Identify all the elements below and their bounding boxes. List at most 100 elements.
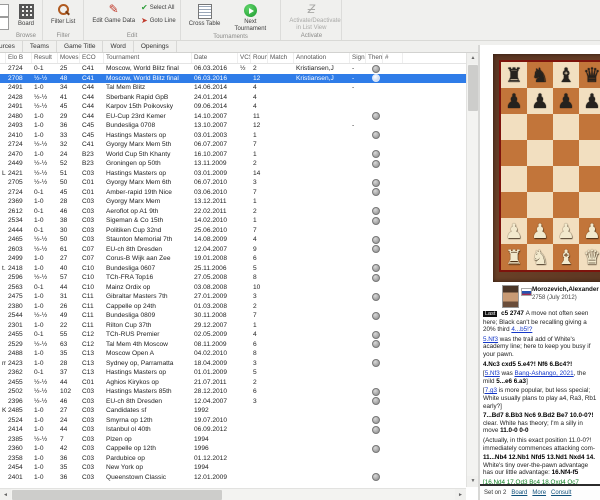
activate-deactivate-in-list-view-button[interactable]: Z Activate/Deactivate in List View — [286, 1, 340, 33]
edit-game-data-button[interactable]: ✎ Edit Game Data — [89, 1, 138, 27]
game-row[interactable]: 2534 1-0 38 C03 Sigeman & Co 15th 14.02.2010 1 — [0, 216, 466, 226]
game-row[interactable]: 2480 1-0 29 C44 EU-Cup 23rd Kemer 14.10.2007 1… — [0, 112, 466, 122]
game-row[interactable]: 2724 0-1 25 C41 Moscow, World Blitz final 06.… — [0, 64, 466, 74]
game-row[interactable]: 2358 1-0 36 C03 Pardubice op 01.12.2012 — [0, 454, 466, 464]
cell-them — [366, 216, 383, 225]
variation-link[interactable]: Bang-Ashango, 2021 — [515, 370, 574, 377]
game-row[interactable]: 2603 ½-½ 61 C07 EU-ch 8th Dresden 12.04.2007 9 — [0, 245, 466, 255]
move-text[interactable]: c5 2747 — [499, 310, 525, 317]
tab-word[interactable]: Word — [103, 41, 134, 52]
board-button[interactable]: Board — [15, 1, 37, 30]
game-row[interactable]: t. 2418 1-0 40 C10 Bundesliga 0607 25.11.2006 5 — [0, 264, 466, 274]
tab-openings[interactable]: Openings — [134, 41, 177, 52]
game-row[interactable]: 2465 ½-½ 50 C03 Staunton Memorial 7th 14.08.2… — [0, 235, 466, 245]
game-row[interactable]: m.24231-028C13Sydney op, Parramatta18.04… — [0, 359, 466, 369]
cell-tournament: Hastings Masters 85th — [106, 388, 172, 395]
variation-link[interactable]: 4...b5!? — [511, 326, 532, 333]
game-row[interactable]: 2360 1-0 42 C03 Cappelle op 12th 1996 — [0, 444, 466, 454]
move-text[interactable]: 5...e6 6.a3 — [496, 378, 526, 385]
game-row[interactable]: 2488 1-0 35 C13 Moscow Open A 04.02.2010 8 — [0, 349, 466, 359]
variation-link[interactable]: 7.g3 — [485, 387, 497, 394]
game-row[interactable]: 2454 1-0 35 C03 New York op 1994 — [0, 463, 466, 473]
game-row[interactable]: K 2485 1-0 27 C03 Candidates sf 1992 — [0, 406, 466, 416]
cell-result: 1-0 — [34, 150, 44, 158]
game-row[interactable]: 2369 1-0 28 C03 Gyorgy Marx Mem 13.12.2011 1 — [0, 197, 466, 207]
vertical-scroll-thumb[interactable] — [468, 65, 478, 111]
horizontal-scrollbar[interactable]: ◄ ► — [0, 488, 466, 500]
game-row[interactable]: 2455 ½-½ 44 C01 Aghios Kirykos op 21.07.2011 2 — [0, 378, 466, 388]
column-header-moves[interactable]: Moves — [58, 53, 80, 63]
game-row[interactable]: 2444 0-1 30 C03 Politiken Cup 32nd 25.06.2010… — [0, 226, 466, 236]
tab-sources[interactable]: Sources — [0, 41, 23, 52]
move-text[interactable]: 11...Nb4 12.Nb1 Nfd5 13.Nd1 Nxd4 14. — [483, 454, 595, 461]
cell-eco: C41 — [82, 65, 95, 72]
move-text[interactable]: 11.0-0 0-0 — [500, 427, 528, 434]
footer-link-board[interactable]: Board — [511, 490, 527, 496]
game-row[interactable]: L 2421 ½-½ 51 C03 Hastings Masters op 03.01.20… — [0, 169, 466, 179]
footer-link-more[interactable]: More — [532, 490, 546, 496]
column-header-result[interactable]: Result — [32, 53, 58, 63]
cell-date: 03.01.2003 — [194, 131, 228, 139]
game-row[interactable]: 2385 ½-½ 7 C03 Plzen op 1994 — [0, 435, 466, 445]
game-row[interactable]: 2502 ½-½ 102 C03 Hastings Masters 85th 28.12.… — [0, 387, 466, 397]
next-tournament-button[interactable]: Next Tournament — [225, 1, 275, 34]
column-header-match[interactable]: Match — [268, 53, 294, 63]
game-row[interactable]: 2724 0-1 45 C01 Amber-rapid 19th Nice 03.06.2… — [0, 188, 466, 198]
horizontal-scroll-thumb[interactable] — [12, 490, 222, 500]
column-header-annotation[interactable]: Annotation — [294, 53, 350, 63]
cell-moves: 46 — [60, 397, 68, 405]
move-text[interactable]: 4.Nc3 cxd5 5.e4?! Nf6 6.Bc4?! — [483, 361, 572, 368]
game-row[interactable]: 2499 1-0 27 C07 Corus-B Wijk aan Zee 19.01.20… — [0, 254, 466, 264]
game-row[interactable]: 2475 1-0 31 C11 Gibraltar Masters 7th 27.01.2… — [0, 292, 466, 302]
variation-link[interactable]: 5.Nf3 — [483, 336, 498, 343]
game-row[interactable]: 2455 0-1 55 C12 TCh-RUS Premier 02.05.2009 4 — [0, 330, 466, 340]
game-row[interactable]: 2401 1-0 36 C03 Queenstown Classic 12.01.2009 — [0, 473, 466, 483]
game-row[interactable]: 2301 1-0 22 C11 Rilton Cup 37th 29.12.2007 1 — [0, 321, 466, 331]
column-header-them[interactable]: Them. — [366, 53, 383, 63]
ribbon-group: Board Browse — [10, 0, 44, 40]
column-header-round[interactable]: Round — [251, 53, 268, 63]
clipped-control[interactable] — [0, 17, 9, 30]
game-row[interactable]: 2724 ½-½ 32 C41 Gyorgy Marx Mem 5th 06.07.200… — [0, 140, 466, 150]
column-header-eco[interactable]: ECO — [80, 53, 104, 63]
filter-list-button[interactable]: Filter List — [48, 1, 78, 28]
goto-line-button[interactable]: ➤ Goto Line — [141, 15, 176, 26]
chess-board[interactable]: ♜♞♝♛♚♝♞♜♟♟♟♟♟♟♟♟♟♟♟♟♟♟♟♟♜♞♝♛♚♝♞♜ — [493, 54, 600, 282]
game-row[interactable]: 2529 ½-½ 63 C12 Tal Mem 4th Moscow 08.11.2009… — [0, 340, 466, 350]
move-text[interactable]: 16.Nf4-f5 — [552, 469, 579, 476]
scroll-right-icon[interactable]: ► — [455, 489, 466, 500]
column-header-date[interactable]: Date — [192, 53, 238, 63]
game-row[interactable]: 2362 0-1 37 C13 Hastings Masters op 01.01.200… — [0, 368, 466, 378]
game-row[interactable]: 2612 0-1 46 C03 Aeroflot op A1 9th 22.02.2011… — [0, 207, 466, 217]
game-row[interactable]: 2491 1-0 34 C44 Tal Mem Blitz 14.06.2014 4 - — [0, 83, 466, 93]
clipped-control[interactable] — [0, 4, 9, 17]
game-row[interactable]: 2493 1-0 36 C45 Bundesliga 0708 13.10.2007 12 - — [0, 121, 466, 131]
game-row[interactable]: 2705 ½-½ 50 C01 Gyorgy Marx Mem 6th 06.07.201… — [0, 178, 466, 188]
column-header-tournament[interactable]: Tournament — [104, 53, 192, 63]
game-row[interactable]: 2414 1-0 44 C03 Istanbul ol 40th 06.09.2012 — [0, 425, 466, 435]
cross-table-button[interactable]: Cross Table — [186, 1, 224, 30]
game-row[interactable]: 2410 1-0 33 C45 Hastings Masters op 03.01.200… — [0, 131, 466, 141]
tab-teams[interactable]: Teams — [23, 41, 58, 52]
game-row[interactable]: 2544 ½-½ 49 C11 Bundesliga 0809 30.11.2008 7 — [0, 311, 466, 321]
scroll-left-icon[interactable]: ◄ — [0, 489, 11, 500]
game-row[interactable]: 2396 ½-½ 46 C03 EU-ch 8th Dresden 12.04.2007 3 — [0, 397, 466, 407]
footer-link-consult[interactable]: Consult — [551, 490, 571, 496]
tab-game-title[interactable]: Game Title — [57, 41, 104, 52]
variation-link[interactable]: 5.Nf3 — [485, 370, 500, 377]
game-row[interactable]: 2449 ½-½ 52 B23 Groningen op 50th 13.11.2009 2 — [0, 159, 466, 169]
game-row[interactable]: 2380 1-0 26 C11 Cappelle op 24th 01.03.2008 2 — [0, 302, 466, 312]
game-row[interactable]: 2470 1-0 24 B23 World Cup 5th Khanty 16.10.20… — [0, 150, 466, 160]
game-row[interactable]: 2563 0-1 44 C10 Mainz Ordix op 03.08.2008 10 — [0, 283, 466, 293]
select-all-button[interactable]: ✔ Select All — [141, 2, 176, 13]
game-row[interactable]: 2428 ½-½ 41 C44 Sberbank Rapid GpB 24.01.2014… — [0, 93, 466, 103]
column-header-elo-b[interactable]: Elo B — [6, 53, 32, 63]
column-header-vcs[interactable]: VCS — [238, 53, 251, 63]
game-row[interactable]: 2596 ½-½ 57 C10 TCh-FRA Top16 27.05.2008 8 — [0, 273, 466, 283]
game-row[interactable]: 2708 ½-½ 48 C41 Moscow, World Blitz final 06.… — [0, 73, 466, 83]
column-header-signa[interactable]: Signa. — [350, 53, 366, 63]
move-text[interactable]: 7...Bd7 8.Bb3 Nc6 9.Bd2 Be7 10.0-0?! — [483, 412, 594, 419]
game-row[interactable]: 2524 1-0 24 C03 Smyrna op 12th 19.07.2010 — [0, 416, 466, 426]
column-header-num[interactable]: # — [383, 53, 403, 63]
game-row[interactable]: 2491 ½-½ 45 C44 Karpov 15th Poikovsky 09.06.2… — [0, 102, 466, 112]
